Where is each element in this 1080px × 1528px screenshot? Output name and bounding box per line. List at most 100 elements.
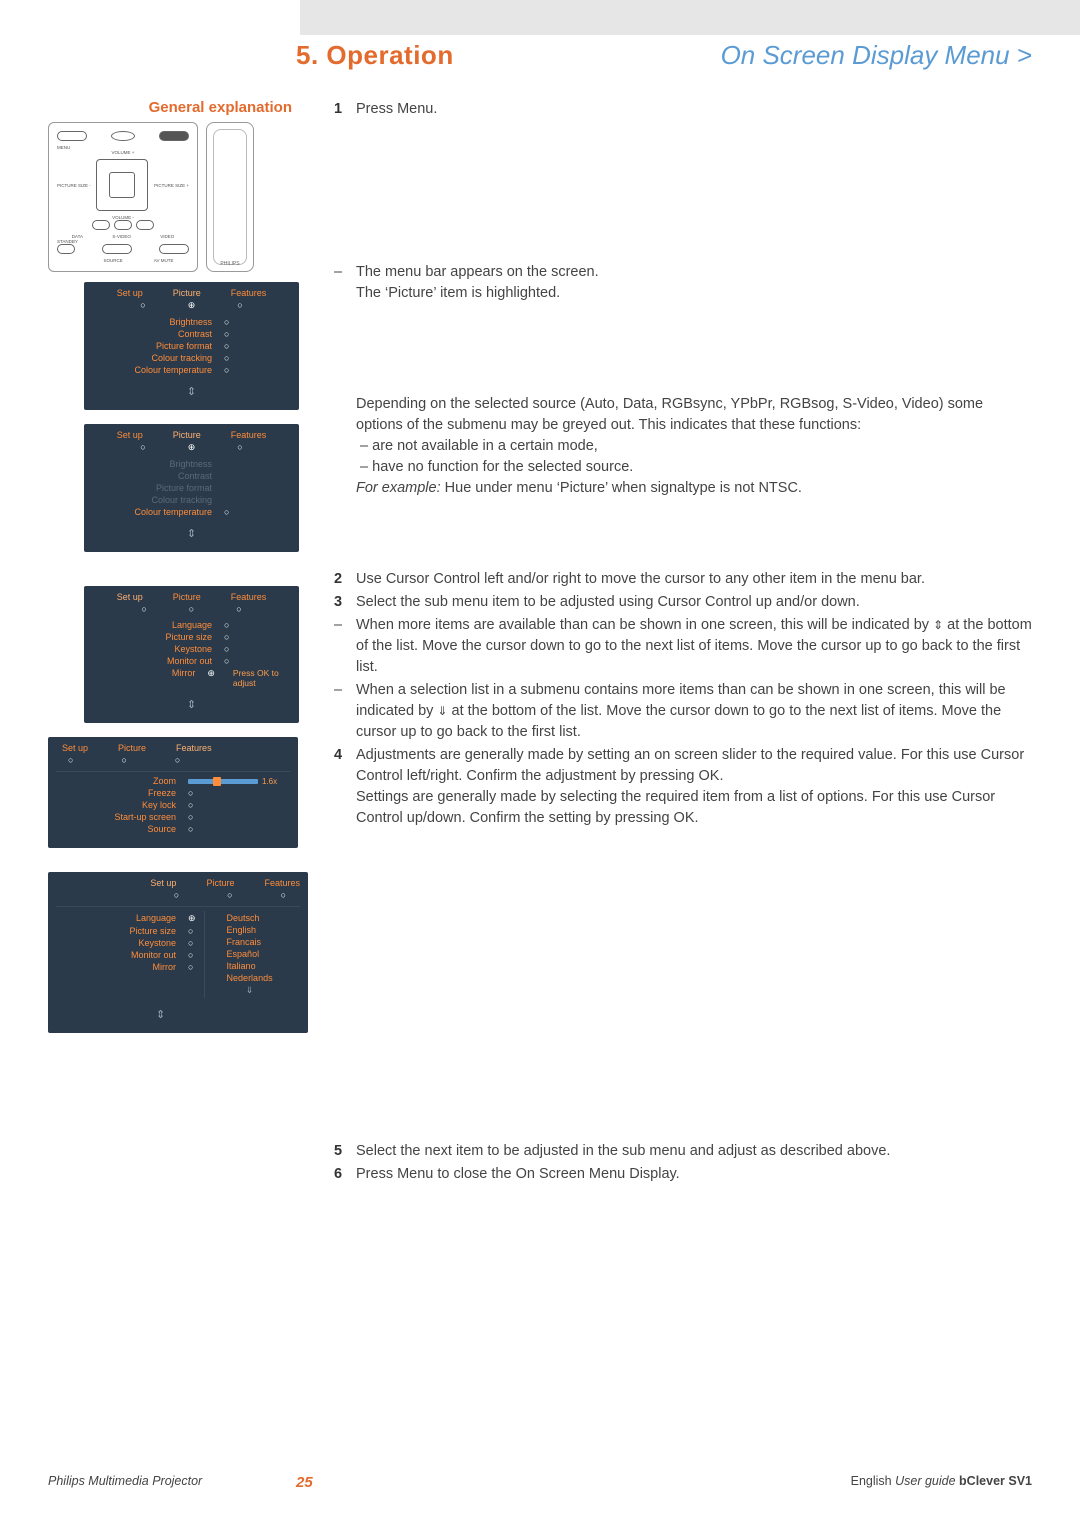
zoom-slider: 1.6x: [188, 776, 277, 786]
scroll-down-icon: ⇓: [437, 703, 447, 720]
osd-tab-picture: Picture: [173, 430, 201, 440]
step-text: Select the sub menu item to be adjusted …: [356, 592, 1032, 613]
osd-item: Picture format: [120, 341, 212, 351]
osd-item: Colour temperature: [120, 507, 212, 517]
para-line: Hue under menu ‘Picture’ when signaltype…: [441, 480, 802, 496]
section-subtitle: On Screen Display Menu >: [721, 40, 1032, 71]
header-gray-band: [300, 0, 1080, 35]
step-text: Settings are generally made by selecting…: [356, 789, 995, 826]
osd-tab-setup: Set up: [117, 592, 143, 602]
osd-item: Colour temperature: [120, 365, 212, 375]
step-text: Press Menu to close the On Screen Menu D…: [356, 1164, 1032, 1185]
osd-tab-setup: Set up: [62, 743, 88, 753]
step-3-dash-1: – When more items are available than can…: [334, 615, 1032, 678]
section-number-title: 5. Operation: [296, 40, 454, 71]
step-1: 1 Press Menu.: [334, 99, 1032, 120]
osd-item: Picture size: [120, 632, 212, 642]
lang-option: Deutsch: [227, 913, 273, 923]
para-line: Depending on the selected source (Auto, …: [356, 396, 983, 433]
osd-item: Keystone: [120, 644, 212, 654]
osd-tab-features: Features: [231, 430, 267, 440]
osd-tab-picture: Picture: [206, 878, 234, 888]
footer-right: English User guide bClever SV1: [851, 1474, 1032, 1488]
step-5: 5Select the next item to be adjusted in …: [334, 1141, 1032, 1162]
footer-guide: User guide: [895, 1474, 959, 1488]
osd-item: Language: [120, 620, 212, 630]
standby-button: [57, 244, 75, 254]
psize-plus-label: PICTURE SIZE +: [154, 183, 189, 188]
osd-screenshot-1: Set up Picture Features ○⊕○ Brightness○ …: [84, 282, 299, 410]
left-column: General explanation MENU VOLUME + PICTUR…: [48, 99, 304, 1047]
osd-tab-picture: Picture: [118, 743, 146, 753]
dash-text: When more items are available than can b…: [356, 617, 933, 633]
osd-item: Zoom: [84, 776, 176, 786]
scroll-icon: ⇕: [56, 1008, 300, 1021]
scroll-icon: ⇕: [92, 698, 291, 711]
note-line: The menu bar appears on the screen.: [356, 264, 599, 280]
source-label: SOURCE: [104, 258, 123, 263]
osd-item: Brightness: [120, 459, 212, 469]
osd-tab-picture: Picture: [173, 592, 201, 602]
avmute-label: AV MUTE: [154, 258, 174, 263]
lang-option: Español: [227, 949, 273, 959]
title-row: 5. Operation On Screen Display Menu >: [48, 40, 1032, 71]
device-illustrations: MENU VOLUME + PICTURE SIZE - PICTURE SIZ…: [48, 122, 304, 272]
para-italic: For example:: [356, 480, 441, 496]
osd-tab-setup: Set up: [117, 430, 143, 440]
step-text: Adjustments are generally made by settin…: [356, 747, 1024, 784]
data-button: [92, 220, 110, 230]
psize-minus-label: PICTURE SIZE -: [57, 183, 91, 188]
osd-item: Picture size: [84, 926, 176, 936]
page-number: 25: [296, 1474, 313, 1491]
step-text: Use Cursor Control left and/or right to …: [356, 569, 1032, 590]
osd-screenshot-3: Set up Picture Features ○○○ Language○ Pi…: [84, 586, 299, 723]
osd-item: Language: [84, 913, 176, 924]
osd-screenshot-5: Set up Picture Features ○○○ Language⊕ Pi…: [48, 872, 308, 1033]
control-panel-illustration: MENU VOLUME + PICTURE SIZE - PICTURE SIZ…: [48, 122, 198, 272]
greyed-out-paragraph: Depending on the selected source (Auto, …: [334, 394, 1032, 499]
note-dash: – The menu bar appears on the screen. Th…: [334, 262, 1032, 304]
osd-item: Contrast: [120, 329, 212, 339]
osd-tab-features: Features: [264, 878, 300, 888]
scroll-down-icon: ⇓: [227, 985, 273, 996]
note-line: The ‘Picture’ item is highlighted.: [356, 285, 560, 301]
lang-option: Francais: [227, 937, 273, 947]
scroll-icon: ⇕: [92, 527, 291, 540]
step-text: Press Menu.: [356, 99, 1032, 120]
osd-item: Colour tracking: [120, 495, 212, 505]
osd-item: Monitor out: [120, 656, 212, 666]
lang-option: Italiano: [227, 961, 273, 971]
footer-left: Philips Multimedia Projector: [48, 1474, 202, 1488]
ok-button: [111, 131, 135, 141]
osd-item: Picture format: [120, 483, 212, 493]
step-2: 2Use Cursor Control left and/or right to…: [334, 569, 1032, 590]
remote-brand: PHILIPS: [207, 261, 253, 267]
step-4: 4 Adjustments are generally made by sett…: [334, 745, 1032, 829]
scroll-icon: ⇕: [92, 385, 291, 398]
zoom-value: 1.6x: [262, 777, 277, 786]
step-3: 3Select the sub menu item to be adjusted…: [334, 592, 1032, 613]
osd-screenshot-2: Set up Picture Features ○⊕○ Brightness C…: [84, 424, 299, 552]
osd-tab-features: Features: [176, 743, 212, 753]
osd-item: Colour tracking: [120, 353, 212, 363]
osd-item: Brightness: [120, 317, 212, 327]
osd-tab-features: Features: [231, 288, 267, 298]
page-footer: Philips Multimedia Projector 25 English …: [48, 1474, 1032, 1488]
osd-tab-setup: Set up: [117, 288, 143, 298]
footer-lang: English: [851, 1474, 895, 1488]
step-3-dash-2: – When a selection list in a submenu con…: [334, 680, 1032, 743]
osd-item: Contrast: [120, 471, 212, 481]
osd-item: Source: [84, 824, 176, 834]
osd-tab-features: Features: [231, 592, 267, 602]
right-column: 1 Press Menu. – The menu bar appears on …: [304, 99, 1032, 1187]
sidebar-heading: General explanation: [48, 99, 304, 116]
osd-item: Mirror: [84, 962, 176, 972]
para-line: – are not available in a certain mode,: [360, 438, 598, 454]
osd-tab-setup: Set up: [150, 878, 176, 888]
para-line: – have no function for the selected sour…: [360, 459, 633, 475]
osd-item: Start-up screen: [84, 812, 176, 822]
osd-tab-picture: Picture: [173, 288, 201, 298]
dpad: [96, 159, 148, 211]
footer-model: bClever SV1: [959, 1474, 1032, 1488]
osd-item: Keystone: [84, 938, 176, 948]
